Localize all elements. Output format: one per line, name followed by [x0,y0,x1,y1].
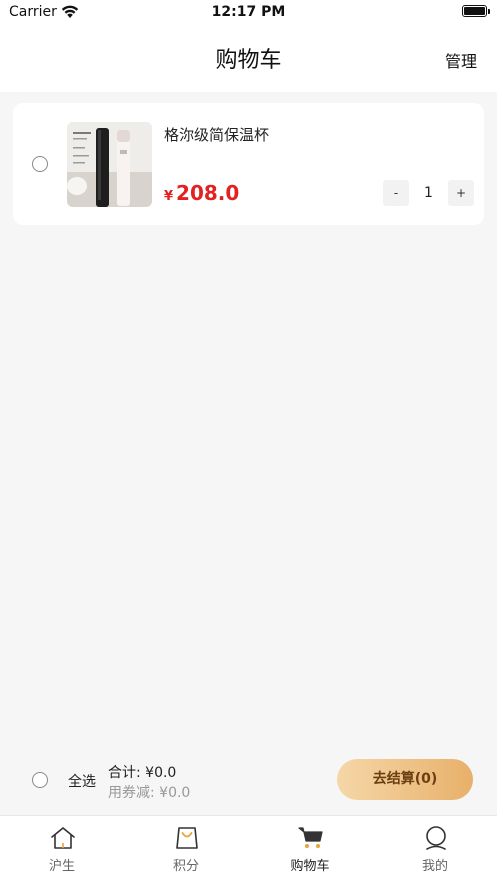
tab-bar: 沪生 积分 购物车 我的 [0,815,497,883]
manage-button[interactable]: 管理 [445,48,477,72]
tab-cart[interactable]: 购物车 [248,816,372,883]
product-price: ¥208.0 [164,181,239,205]
total-label: 合计: [108,765,141,781]
coupon-discount: 用券减: ¥0.0 [108,782,190,802]
total-amount: 合计: ¥0.0 [108,762,176,782]
coupon-label: 用券减: [108,785,155,801]
quantity-value[interactable]: 1 [409,180,448,206]
decrease-quantity-button[interactable]: - [383,180,409,206]
coupon-value: ¥0.0 [159,785,191,801]
status-bar: Carrier 12:17 PM [0,0,497,26]
currency-symbol: ¥ [164,189,174,204]
cart-icon [298,827,323,848]
quantity-stepper: - 1 + [383,180,474,207]
battery-icon [462,5,490,17]
cart-item: 格沵级简保温杯 ¥208.0 - 1 + [13,103,484,225]
total-value: ¥0.0 [145,765,177,781]
tab-label: 沪生 [48,859,75,874]
clock: 12:17 PM [211,4,286,20]
product-name[interactable]: 格沵级简保温杯 [164,124,269,145]
checkout-button[interactable]: 去结算(0) [337,759,473,800]
checkout-bar: 全选 合计: ¥0.0 用券减: ¥0.0 去结算(0) [0,746,497,814]
product-image[interactable] [67,122,152,207]
bag-icon [176,827,198,849]
tab-points[interactable]: 积分 [124,816,248,883]
tab-label: 积分 [172,859,199,874]
home-icon [51,827,75,849]
profile-icon [426,826,446,850]
price-value: 208.0 [176,181,240,205]
tab-home[interactable]: 沪生 [0,816,124,883]
select-all-label[interactable]: 全选 [68,771,96,791]
page-title: 购物车 [215,48,282,73]
tab-label: 购物车 [290,859,330,874]
nav-bar: 购物车 管理 [0,26,497,92]
tab-profile[interactable]: 我的 [373,816,497,883]
increase-quantity-button[interactable]: + [448,180,474,206]
select-all-radio[interactable] [32,772,48,788]
item-select-radio[interactable] [32,156,48,172]
tab-label: 我的 [421,859,448,874]
